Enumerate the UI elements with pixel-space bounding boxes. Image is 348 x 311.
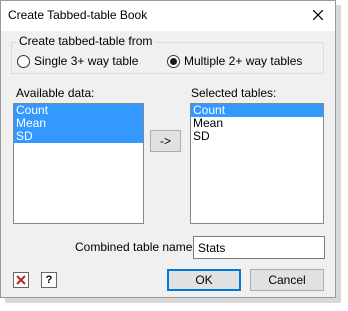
combined-name-label: Combined table name: — [75, 240, 196, 254]
list-item[interactable]: Mean — [14, 117, 143, 130]
clear-x-icon — [16, 275, 26, 285]
clear-button[interactable] — [13, 272, 29, 288]
radio-multiple-tables[interactable]: Multiple 2+ way tables — [167, 54, 302, 68]
radio-single-label: Single 3+ way table — [34, 54, 139, 68]
source-group-legend: Create tabbed-table from — [16, 34, 156, 48]
help-button[interactable]: ? — [41, 272, 57, 288]
available-data-label: Available data: — [16, 86, 95, 100]
close-button[interactable] — [309, 6, 327, 24]
ok-button[interactable]: OK — [167, 269, 241, 291]
radio-single-indicator[interactable] — [17, 54, 30, 68]
available-data-list[interactable]: Count Mean SD — [13, 103, 144, 224]
combined-name-input[interactable]: Stats — [193, 236, 325, 259]
cancel-button[interactable]: Cancel — [250, 269, 324, 291]
list-item[interactable]: SD — [14, 130, 143, 143]
window-title: Create Tabbed-table Book — [8, 8, 148, 22]
title-bar: Create Tabbed-table Book — [1, 1, 335, 31]
radio-single-table[interactable]: Single 3+ way table — [17, 54, 138, 68]
selected-tables-label: Selected tables: — [191, 86, 277, 100]
radio-multiple-indicator[interactable] — [167, 54, 180, 68]
selected-tables-list[interactable]: Count Mean SD — [190, 103, 324, 224]
move-to-selected-button[interactable]: -> — [150, 130, 181, 152]
create-tabbed-table-dialog: Create Tabbed-table Book Create tabbed-t… — [0, 0, 336, 298]
help-icon: ? — [45, 274, 53, 286]
list-item[interactable]: Mean — [191, 117, 323, 130]
close-icon — [313, 10, 323, 20]
list-item[interactable]: SD — [191, 130, 323, 143]
radio-multiple-label: Multiple 2+ way tables — [184, 54, 303, 68]
